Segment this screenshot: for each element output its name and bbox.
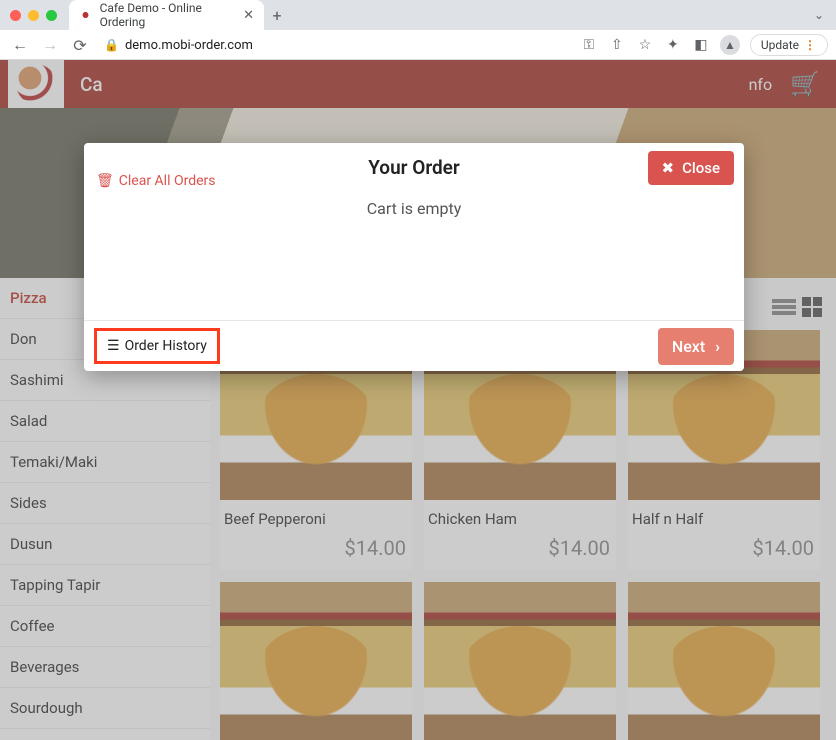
toolbar-right: ⚿ ⇧ ☆ ✦ ◧ ▲ Update ⋮ [580,34,828,56]
key-icon[interactable]: ⚿ [580,37,598,53]
tab-title: Cafe Demo - Online Ordering [100,1,236,29]
extensions-icon[interactable]: ✦ [664,37,682,53]
back-button[interactable]: ← [8,33,32,57]
lock-icon: 🔒 [104,38,119,52]
browser-chrome: Cafe Demo - Online Ordering ✕ + ⌄ ← → ⟳ … [0,0,836,60]
order-history-label: Order History [125,338,207,354]
new-tab-button[interactable]: + [264,6,290,25]
order-history-highlight: ☰ Order History [94,328,220,364]
clear-orders-link[interactable]: 🗑 Clear All Orders [96,173,216,189]
clear-orders-label: Clear All Orders [119,173,216,189]
tab-close-icon[interactable]: ✕ [243,8,254,23]
modal-title: Your Order [368,156,460,179]
update-button[interactable]: Update ⋮ [750,34,828,56]
next-label: Next [672,337,705,356]
chevron-right-icon: › [715,337,720,356]
profile-avatar[interactable]: ▲ [720,35,740,55]
next-button[interactable]: Next › [658,328,734,365]
sidepanel-icon[interactable]: ◧ [692,37,710,53]
address-bar: ← → ⟳ 🔒 demo.mobi-order.com ⚿ ⇧ ☆ ✦ ◧ ▲ … [0,30,836,60]
modal-header: Your Order 🗑 Clear All Orders ✖ Close [84,143,744,191]
list-icon: ☰ [107,338,120,354]
bookmark-icon[interactable]: ☆ [636,37,654,53]
close-button[interactable]: ✖ Close [648,151,734,185]
update-label: Update [761,38,799,52]
window-controls [10,10,57,21]
tabs-overflow-icon[interactable]: ⌄ [814,8,824,22]
window-minimize-button[interactable] [28,10,39,21]
url-text: demo.mobi-order.com [125,38,253,53]
tab-bar: Cafe Demo - Online Ordering ✕ + ⌄ [0,0,836,30]
page: Ca nfo 🛒 Pizza Don Sashimi Salad Temaki/… [0,60,836,740]
tab-favicon [79,8,92,22]
order-modal: Your Order 🗑 Clear All Orders ✖ Close Ca… [84,143,744,371]
cart-empty-text: Cart is empty [84,199,744,218]
share-icon[interactable]: ⇧ [608,37,626,53]
menu-dots-icon: ⋮ [804,38,817,52]
forward-button[interactable]: → [38,33,62,57]
browser-tab[interactable]: Cafe Demo - Online Ordering ✕ [69,0,264,30]
order-history-button[interactable]: ☰ Order History [99,333,215,359]
url-field[interactable]: 🔒 demo.mobi-order.com [104,38,253,53]
modal-body: Cart is empty [84,191,744,321]
modal-footer: ☰ Order History Next › [84,321,744,371]
window-close-button[interactable] [10,10,21,21]
close-icon: ✖ [662,159,675,177]
trash-icon: 🗑 [96,173,114,189]
reload-button[interactable]: ⟳ [68,33,92,57]
window-zoom-button[interactable] [46,10,57,21]
close-label: Close [682,159,720,177]
